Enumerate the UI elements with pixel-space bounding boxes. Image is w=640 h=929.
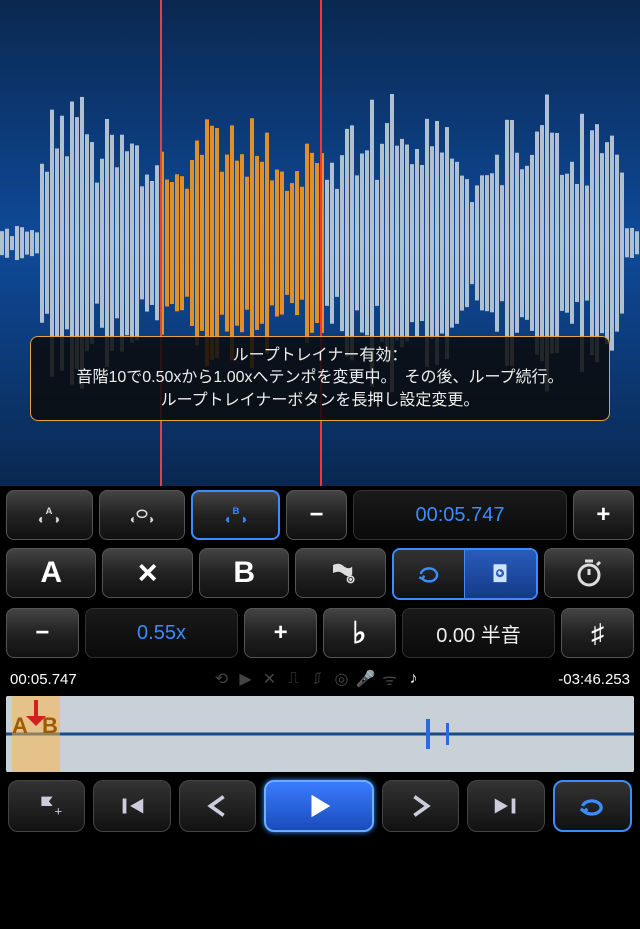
waveform-display[interactable]: // generate waveform bars inline documen… bbox=[0, 0, 640, 486]
pitch-flat-button[interactable]: ♭ bbox=[323, 608, 396, 658]
loop-toggle-button[interactable] bbox=[553, 780, 632, 832]
svg-text:A: A bbox=[46, 506, 53, 517]
tooltip-line1: ループトレイナー有効： bbox=[47, 345, 593, 367]
a-nudge-button[interactable]: A bbox=[6, 490, 93, 540]
rewind-button[interactable] bbox=[179, 780, 256, 832]
next-marker-button[interactable] bbox=[467, 780, 544, 832]
svg-text:B: B bbox=[232, 506, 239, 517]
pitch-display[interactable]: 0.00 半音 bbox=[402, 608, 556, 658]
minimap-marker-b[interactable]: B bbox=[34, 706, 66, 746]
loop-nudge-button[interactable] bbox=[99, 490, 186, 540]
set-b-button[interactable]: B bbox=[199, 548, 289, 598]
tooltip-line3: ループトレイナーボタンを長押し設定変更。 bbox=[47, 390, 593, 412]
mini-wifi-icon: ᯤ bbox=[380, 669, 400, 689]
mini-loop-icon: ⟲ bbox=[212, 669, 232, 689]
add-marker-button[interactable]: + bbox=[8, 780, 85, 832]
tooltip-line2: 音階10で0.50xから1.00xへテンポを変更中。 その後、ループ続行。 bbox=[47, 367, 593, 389]
svg-text:+: + bbox=[54, 803, 62, 818]
timer-button[interactable] bbox=[544, 548, 634, 598]
controls-panel: A B − 00:05.747 + A × B bbox=[0, 486, 640, 838]
loop-trainer-document-icon[interactable] bbox=[464, 550, 535, 598]
loop-time-display[interactable]: 00:05.747 bbox=[353, 490, 567, 540]
minimap-marker-a[interactable]: A bbox=[6, 706, 36, 746]
loop-trainer-loop-icon[interactable] bbox=[394, 550, 464, 598]
elapsed-time: 00:05.747 bbox=[10, 671, 77, 688]
forward-button[interactable] bbox=[382, 780, 459, 832]
mini-sliders-icon: ⎎ bbox=[308, 669, 328, 689]
add-flag-button[interactable] bbox=[295, 548, 385, 598]
time-minus-button[interactable]: − bbox=[286, 490, 347, 540]
transport-bar: + bbox=[0, 774, 640, 838]
time-plus-button[interactable]: + bbox=[573, 490, 634, 540]
mini-note-icon: ♪ bbox=[404, 669, 424, 689]
b-nudge-button[interactable]: B bbox=[191, 490, 280, 540]
pitch-sharp-button[interactable]: ♯ bbox=[561, 608, 634, 658]
time-bar: 00:05.747 ⟲ ▶ ✕ ⎍ ⎎ ◎ 🎤 ᯤ ♪ -03:46.253 bbox=[0, 664, 640, 694]
mini-play-icon: ▶ bbox=[236, 669, 256, 689]
mini-target-icon: ◎ bbox=[332, 669, 352, 689]
set-a-button[interactable]: A bbox=[6, 548, 96, 598]
mini-mic-icon: 🎤 bbox=[356, 669, 376, 689]
minimap[interactable]: A B bbox=[6, 696, 634, 772]
mini-eq-icon: ⎍ bbox=[284, 669, 304, 689]
speed-plus-button[interactable]: + bbox=[244, 608, 317, 658]
play-button[interactable] bbox=[264, 780, 374, 832]
loop-trainer-toggle[interactable] bbox=[392, 548, 538, 600]
speed-minus-button[interactable]: − bbox=[6, 608, 79, 658]
status-tooltip: ループトレイナー有効： 音階10で0.50xから1.00xへテンポを変更中。 そ… bbox=[30, 336, 610, 421]
remaining-time: -03:46.253 bbox=[558, 671, 630, 688]
mini-status-icons: ⟲ ▶ ✕ ⎍ ⎎ ◎ 🎤 ᯤ ♪ bbox=[212, 669, 424, 689]
mini-shuffle-icon: ✕ bbox=[260, 669, 280, 689]
minimap-wave-spike bbox=[426, 719, 430, 749]
clear-loop-button[interactable]: × bbox=[102, 548, 192, 598]
prev-marker-button[interactable] bbox=[93, 780, 170, 832]
speed-display[interactable]: 0.55x bbox=[85, 608, 239, 658]
